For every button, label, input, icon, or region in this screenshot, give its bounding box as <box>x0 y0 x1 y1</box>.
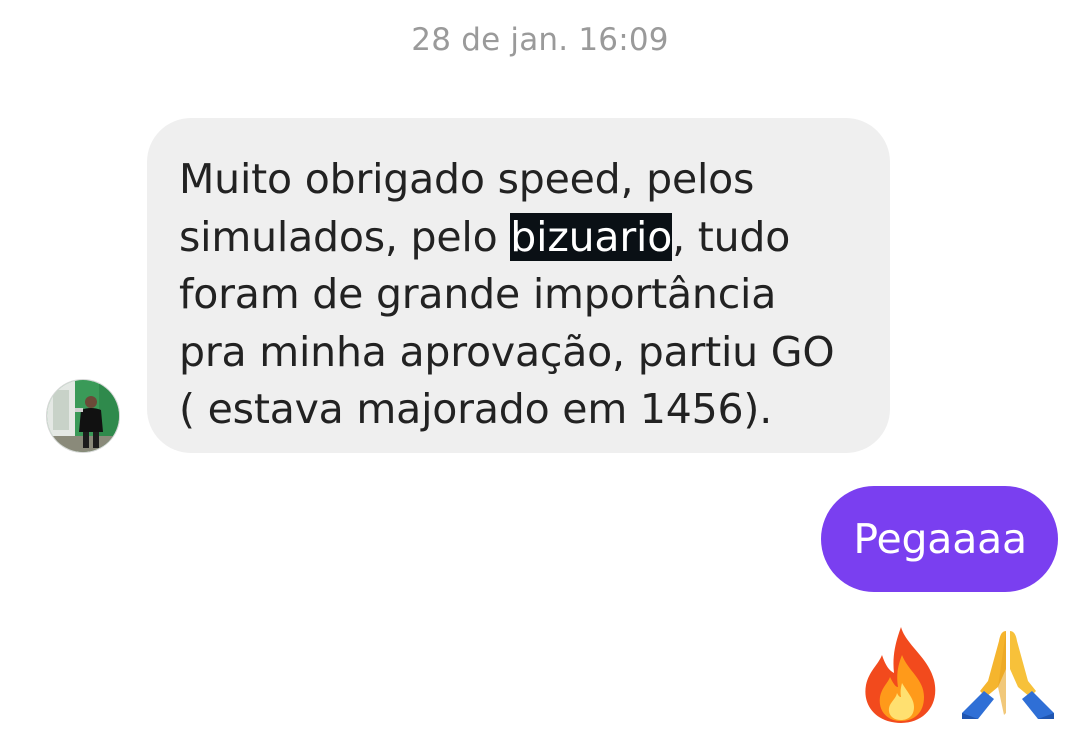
emoji-message[interactable] <box>856 625 1058 725</box>
message-line: pra minha aprovação, partiu GO <box>179 327 835 376</box>
outgoing-message-bubble[interactable]: Pegaaaa <box>821 486 1058 592</box>
message-line: ( estava majorado em 1456). <box>179 385 773 433</box>
message-line: foram de grande importância <box>179 270 777 318</box>
message-timestamp: 28 de jan. 16:09 <box>411 22 669 58</box>
fire-emoji-icon <box>865 627 936 723</box>
selected-word[interactable]: bizuario <box>510 212 672 261</box>
sender-avatar[interactable] <box>46 379 120 453</box>
incoming-message-bubble[interactable]: Muito obrigado speed, pelos simulados, p… <box>147 118 890 453</box>
folded-hands-emoji-icon <box>962 631 1054 719</box>
avatar-photo <box>47 380 119 452</box>
message-line: Muito obrigado speed, pelos <box>179 155 755 203</box>
message-line: simulados, pelo bizuario, tudo <box>179 209 860 267</box>
message-text: simulados, pelo <box>179 212 511 261</box>
message-text: , tudo <box>672 212 791 261</box>
